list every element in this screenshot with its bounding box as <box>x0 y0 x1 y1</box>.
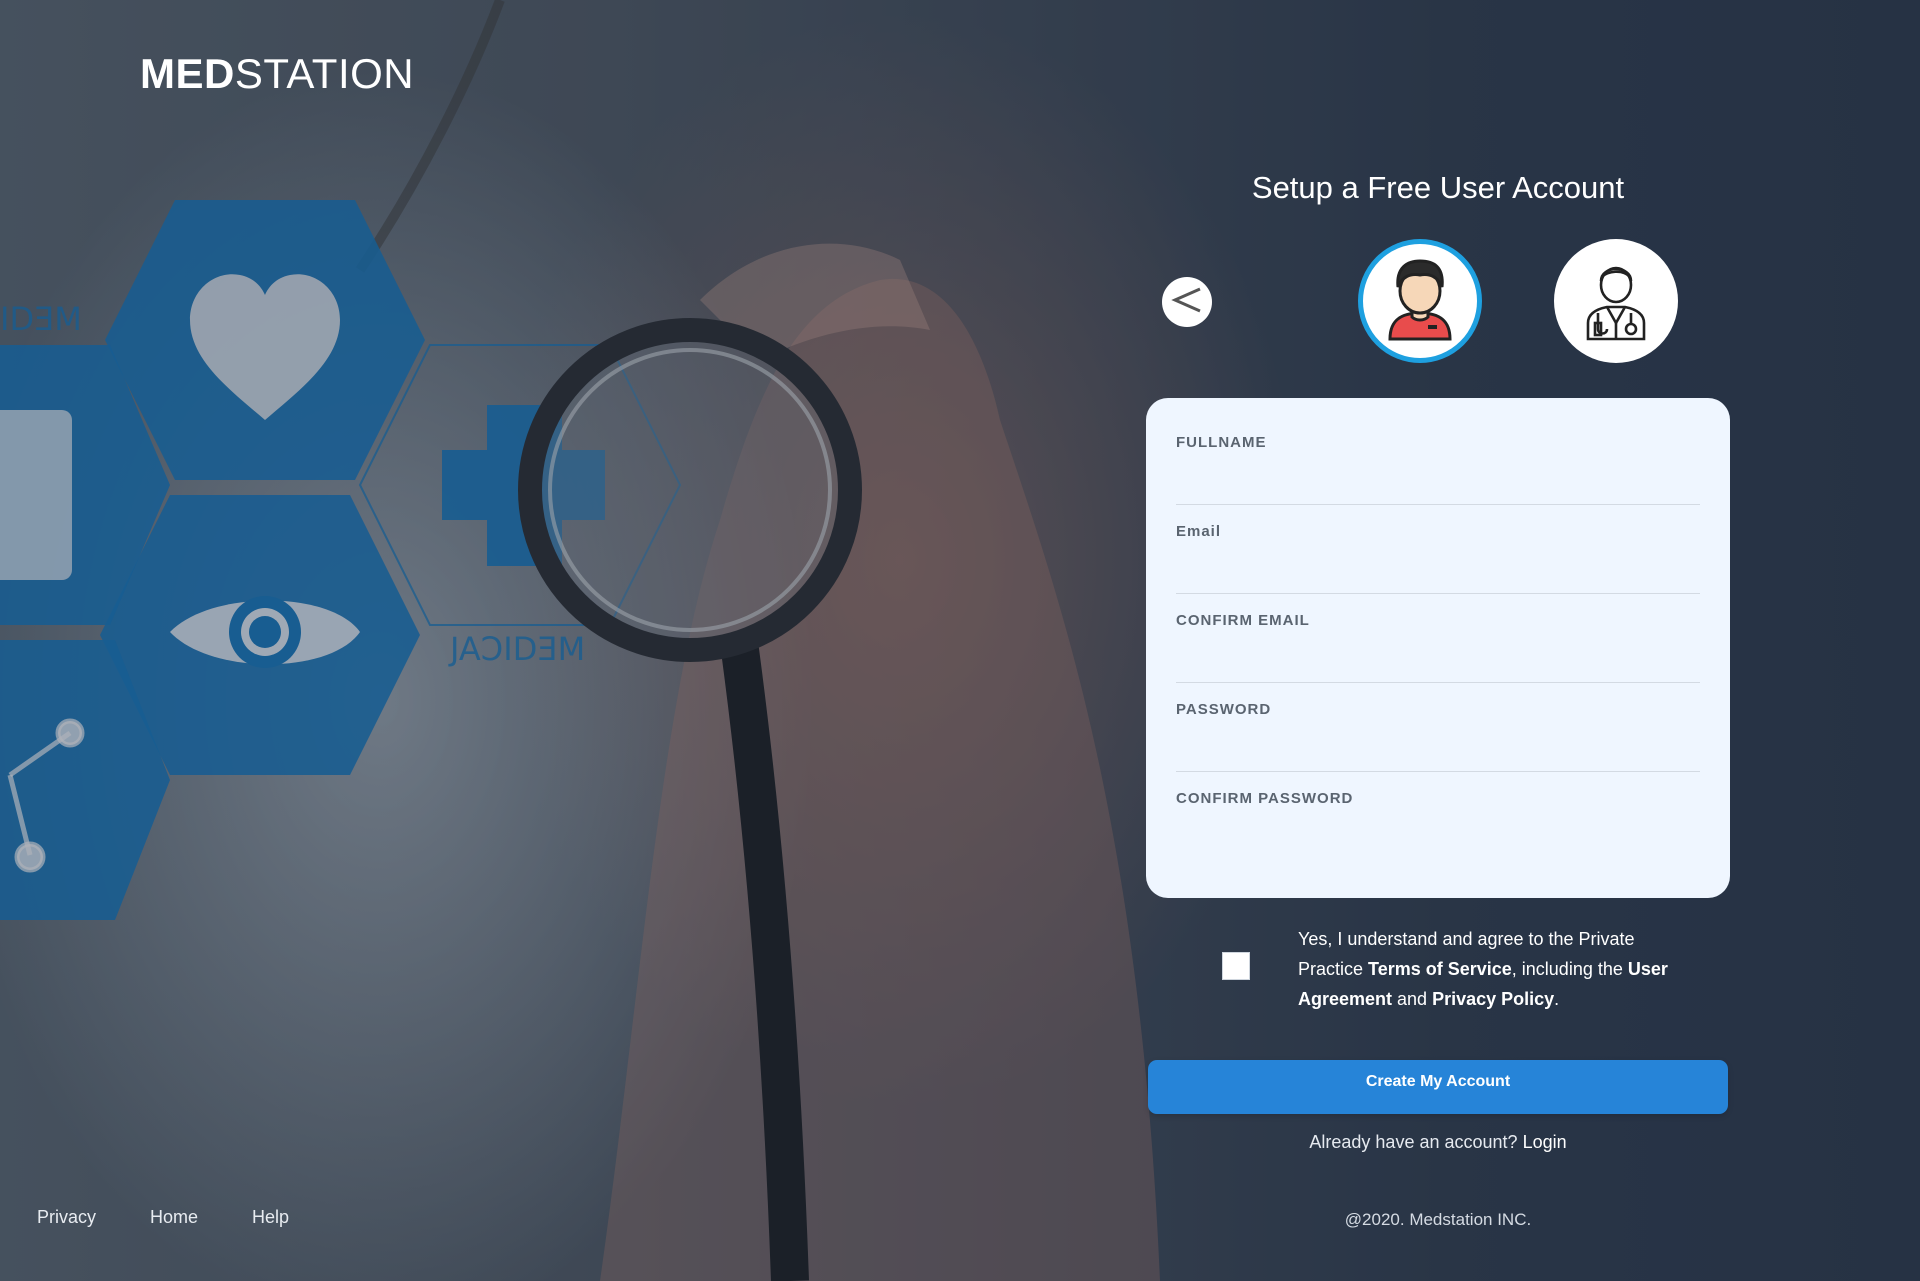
create-account-button[interactable]: Create My Account <box>1148 1060 1728 1114</box>
doctor-avatar-icon <box>1583 257 1649 346</box>
page-title: Setup a Free User Account <box>1251 170 1625 205</box>
copyright-text: @2020. Medstation INC. <box>1344 1210 1532 1229</box>
confirm-password-input[interactable] <box>1176 818 1700 860</box>
patient-role-option[interactable] <box>1358 239 1482 363</box>
fullname-field-group: FULLNAME <box>1176 434 1700 523</box>
login-link[interactable]: Login <box>1523 1132 1567 1152</box>
signup-form: FULLNAME Email CONFIRM EMAIL PASSWORD CO… <box>1146 398 1730 898</box>
back-button[interactable] <box>1162 277 1212 327</box>
confirm-email-field-group: CONFIRM EMAIL <box>1176 612 1700 701</box>
password-field-group: PASSWORD <box>1176 701 1700 790</box>
agreement-text: Yes, I understand and agree to the Priva… <box>1298 924 1678 1014</box>
email-label: Email <box>1176 523 1222 540</box>
privacy-policy-link[interactable]: Privacy Policy <box>1432 989 1554 1009</box>
patient-avatar-icon <box>1382 257 1458 346</box>
footer-link-home[interactable]: Home <box>150 1207 198 1228</box>
brand-logo[interactable]: MEDSTATION <box>140 50 414 98</box>
password-label: PASSWORD <box>1176 701 1272 718</box>
footer-nav: Privacy Home Help <box>37 1207 343 1228</box>
terms-of-service-link[interactable]: Terms of Service <box>1368 959 1512 979</box>
email-field-group: Email <box>1176 523 1700 612</box>
agree-checkbox[interactable] <box>1222 952 1250 980</box>
fullname-label: FULLNAME <box>1176 434 1267 451</box>
doctor-role-option[interactable] <box>1554 239 1678 363</box>
confirm-password-field-group: CONFIRM PASSWORD <box>1176 790 1700 879</box>
footer-link-help[interactable]: Help <box>252 1207 289 1228</box>
password-input[interactable] <box>1176 729 1700 772</box>
brand-logo-bold: MED <box>140 50 235 97</box>
email-input[interactable] <box>1176 551 1700 594</box>
brand-logo-light: STATION <box>234 50 415 97</box>
footer-link-privacy[interactable]: Privacy <box>37 1207 96 1228</box>
agreement-text-part-2: , including the <box>1511 959 1628 979</box>
chevron-left-icon <box>1170 283 1204 322</box>
login-prompt-text: Already have an account? <box>1309 1132 1518 1152</box>
agreement-text-part-4: . <box>1554 989 1560 1009</box>
confirm-email-input[interactable] <box>1176 640 1700 683</box>
confirm-email-label: CONFIRM EMAIL <box>1176 612 1310 629</box>
fullname-input[interactable] <box>1176 462 1700 505</box>
confirm-password-label: CONFIRM PASSWORD <box>1176 790 1354 807</box>
login-prompt: Already have an account? Login <box>1146 1132 1730 1153</box>
agreement-text-part-3: and <box>1392 989 1433 1009</box>
